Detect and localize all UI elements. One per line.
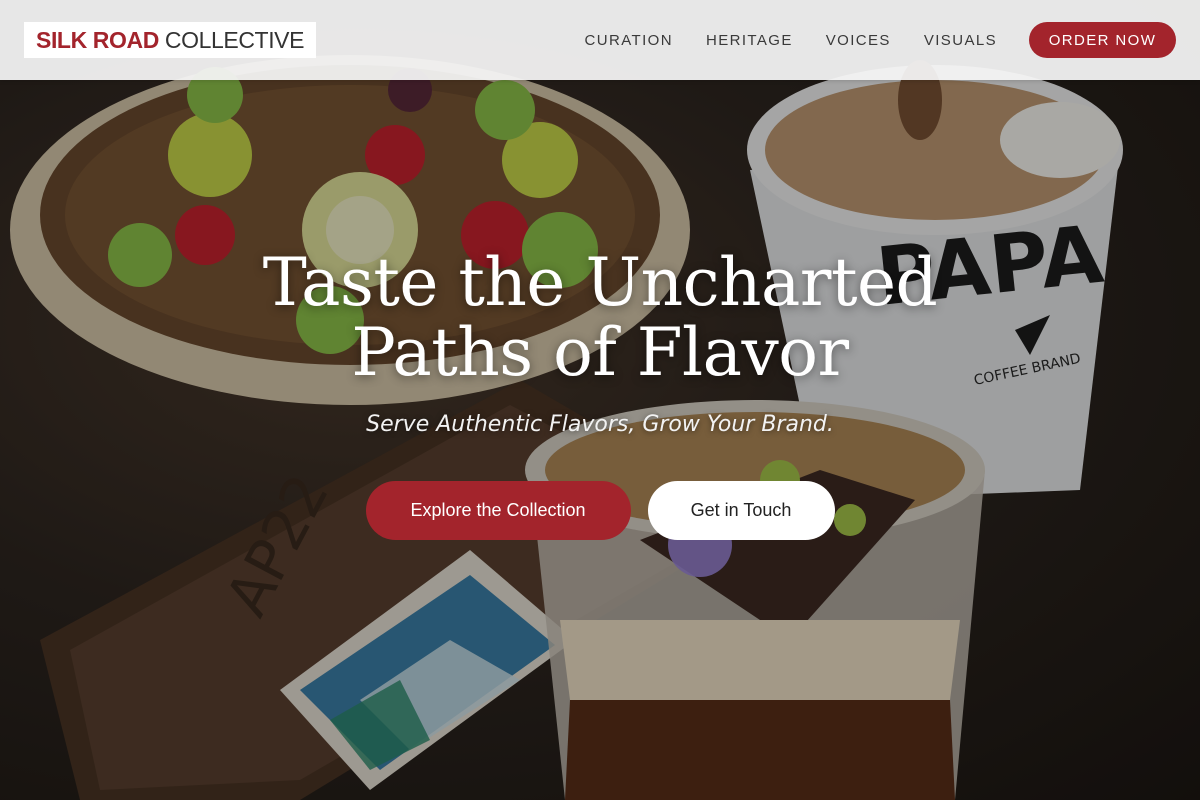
hero-content: Taste the Uncharted Paths of Flavor Serv…	[0, 248, 1200, 540]
order-now-button[interactable]: ORDER NOW	[1029, 22, 1176, 58]
hero-section: AP22 PAPA COFFEE BRAND Taste the Unchart…	[0, 0, 1200, 800]
hero-cta-group: Explore the Collection Get in Touch	[0, 481, 1200, 540]
site-header: SILK ROAD COLLECTIVE CURATION HERITAGE V…	[0, 0, 1200, 80]
hero-headline: Taste the Uncharted Paths of Flavor	[0, 248, 1200, 388]
nav-link-curation[interactable]: CURATION	[585, 32, 673, 49]
explore-collection-button[interactable]: Explore the Collection	[365, 481, 631, 540]
hero-subheadline: Serve Authentic Flavors, Grow Your Brand…	[366, 412, 834, 437]
nav-link-voices[interactable]: VOICES	[826, 32, 891, 49]
nav-link-heritage[interactable]: HERITAGE	[706, 32, 793, 49]
brand-name-bold: SILK ROAD	[36, 26, 159, 53]
nav-link-visuals[interactable]: VISUALS	[924, 32, 997, 49]
brand-name-light: COLLECTIVE	[164, 26, 305, 53]
brand-logo[interactable]: SILK ROAD COLLECTIVE	[24, 22, 317, 58]
get-in-touch-button[interactable]: Get in Touch	[647, 481, 835, 540]
headline-line-1: Taste the Uncharted	[262, 244, 938, 321]
headline-line-2: Paths of Flavor	[351, 314, 849, 391]
main-nav: CURATION HERITAGE VOICES VISUALS ORDER N…	[585, 22, 1176, 58]
